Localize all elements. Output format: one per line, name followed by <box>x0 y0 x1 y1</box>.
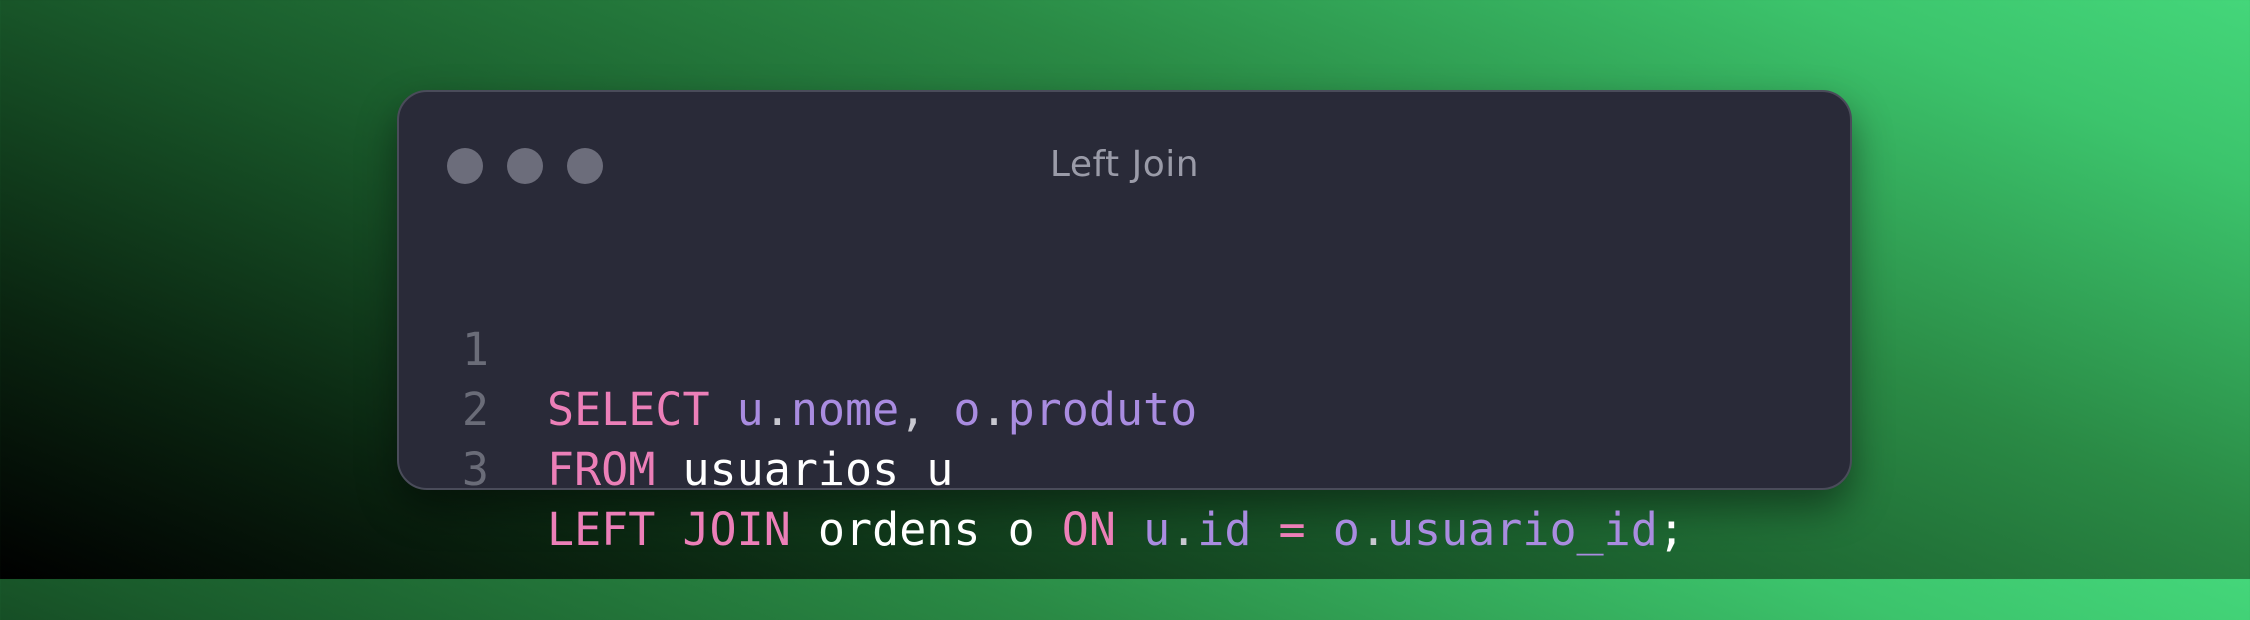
code-token-keyword: = <box>1278 503 1306 556</box>
code-token-identifier: u <box>1143 503 1171 556</box>
code-line: 2 FROM usuarios u <box>399 320 1850 496</box>
code-token-identifier: o <box>1332 503 1360 556</box>
code-token-keyword: JOIN <box>682 503 791 556</box>
code-token-plain: ; <box>1657 503 1685 556</box>
code-line-source: FROM usuarios u <box>547 440 953 500</box>
code-line-source: LEFT JOIN ordens o ON u.id = o.usuario_i… <box>547 500 1685 560</box>
code-window: Left Join 1 SELECT u.nome, o.produto 2 F… <box>397 90 1852 556</box>
code-token-keyword: LEFT <box>547 503 656 556</box>
code-token-punct: . <box>1170 503 1198 556</box>
code-line: 1 SELECT u.nome, o.produto <box>399 260 1850 436</box>
code-block: 1 SELECT u.nome, o.produto 2 FROM usuari… <box>399 260 1850 556</box>
code-token-plain: ordens o <box>790 503 1062 556</box>
line-number: 3 <box>461 443 489 496</box>
code-token-punct: . <box>1359 503 1387 556</box>
code-token-keyword: ON <box>1061 503 1116 556</box>
window-titlebar: Left Join <box>399 92 1850 210</box>
window-title: Left Join <box>1049 144 1200 185</box>
code-token-identifier: id <box>1197 503 1252 556</box>
code-token-identifier: usuario_id <box>1386 503 1658 556</box>
code-token-plain: usuarios u <box>655 443 954 496</box>
code-line: 3 LEFT JOIN ordens o ON u.id = o.usuario… <box>399 380 1850 556</box>
code-token-keyword: FROM <box>547 443 656 496</box>
